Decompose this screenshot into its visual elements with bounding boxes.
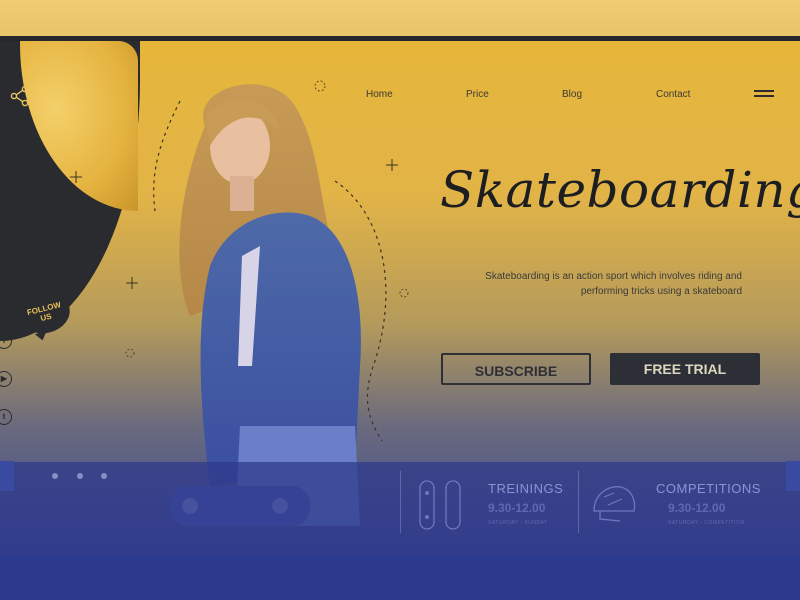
nav-price[interactable]: Price [466,89,489,100]
card-title-treinings: TREININGS [488,481,564,496]
skateboard-icon [419,480,461,530]
cross-decoration [70,171,82,183]
slider-dot[interactable] [77,473,83,479]
nav-contact[interactable]: Contact [656,89,690,100]
hamburger-line [754,95,774,97]
page-background-top [0,0,800,36]
page-background-bottom [0,550,800,600]
hero-title: Skateboarding [440,161,800,219]
hamburger-menu-icon[interactable] [754,90,774,98]
twitter-icon[interactable]: t [0,409,12,425]
card-divider [578,471,579,533]
hero-photo-girl-with-skateboard [170,84,361,526]
card-time-competitions: 9.30-12.00 [668,501,726,515]
subscribe-button[interactable]: SUBSCRIBE [441,353,591,385]
share-icon[interactable] [10,85,30,107]
card-sub-treinings: SATURDAY · SUNDAY [488,520,548,526]
card-sub-competitions: SATURDAY · COMPETITION [668,520,745,526]
helmet-icon [593,486,636,522]
slider-dot[interactable] [101,473,107,479]
card-time-treinings: 9.30-12.00 [488,501,546,515]
hamburger-line [754,90,774,92]
slider-dot[interactable] [52,473,58,479]
slider-next-button[interactable] [786,461,800,491]
cross-decoration [126,277,138,289]
nav-blog[interactable]: Blog [562,89,582,100]
facebook-icon[interactable]: f [0,333,12,349]
free-trial-button[interactable]: FREE TRIAL [610,353,760,385]
us-label: US [39,311,53,324]
card-title-competitions: COMPETITIONS [656,481,761,496]
card-divider [400,471,401,533]
landing-page-mockup: FOLLOW US f ▶ t Home Price Blog Contact [0,36,800,555]
hero-description: Skateboarding is an action sport which i… [485,271,742,297]
slider-prev-button[interactable] [0,461,14,491]
youtube-icon[interactable]: ▶ [0,371,12,387]
